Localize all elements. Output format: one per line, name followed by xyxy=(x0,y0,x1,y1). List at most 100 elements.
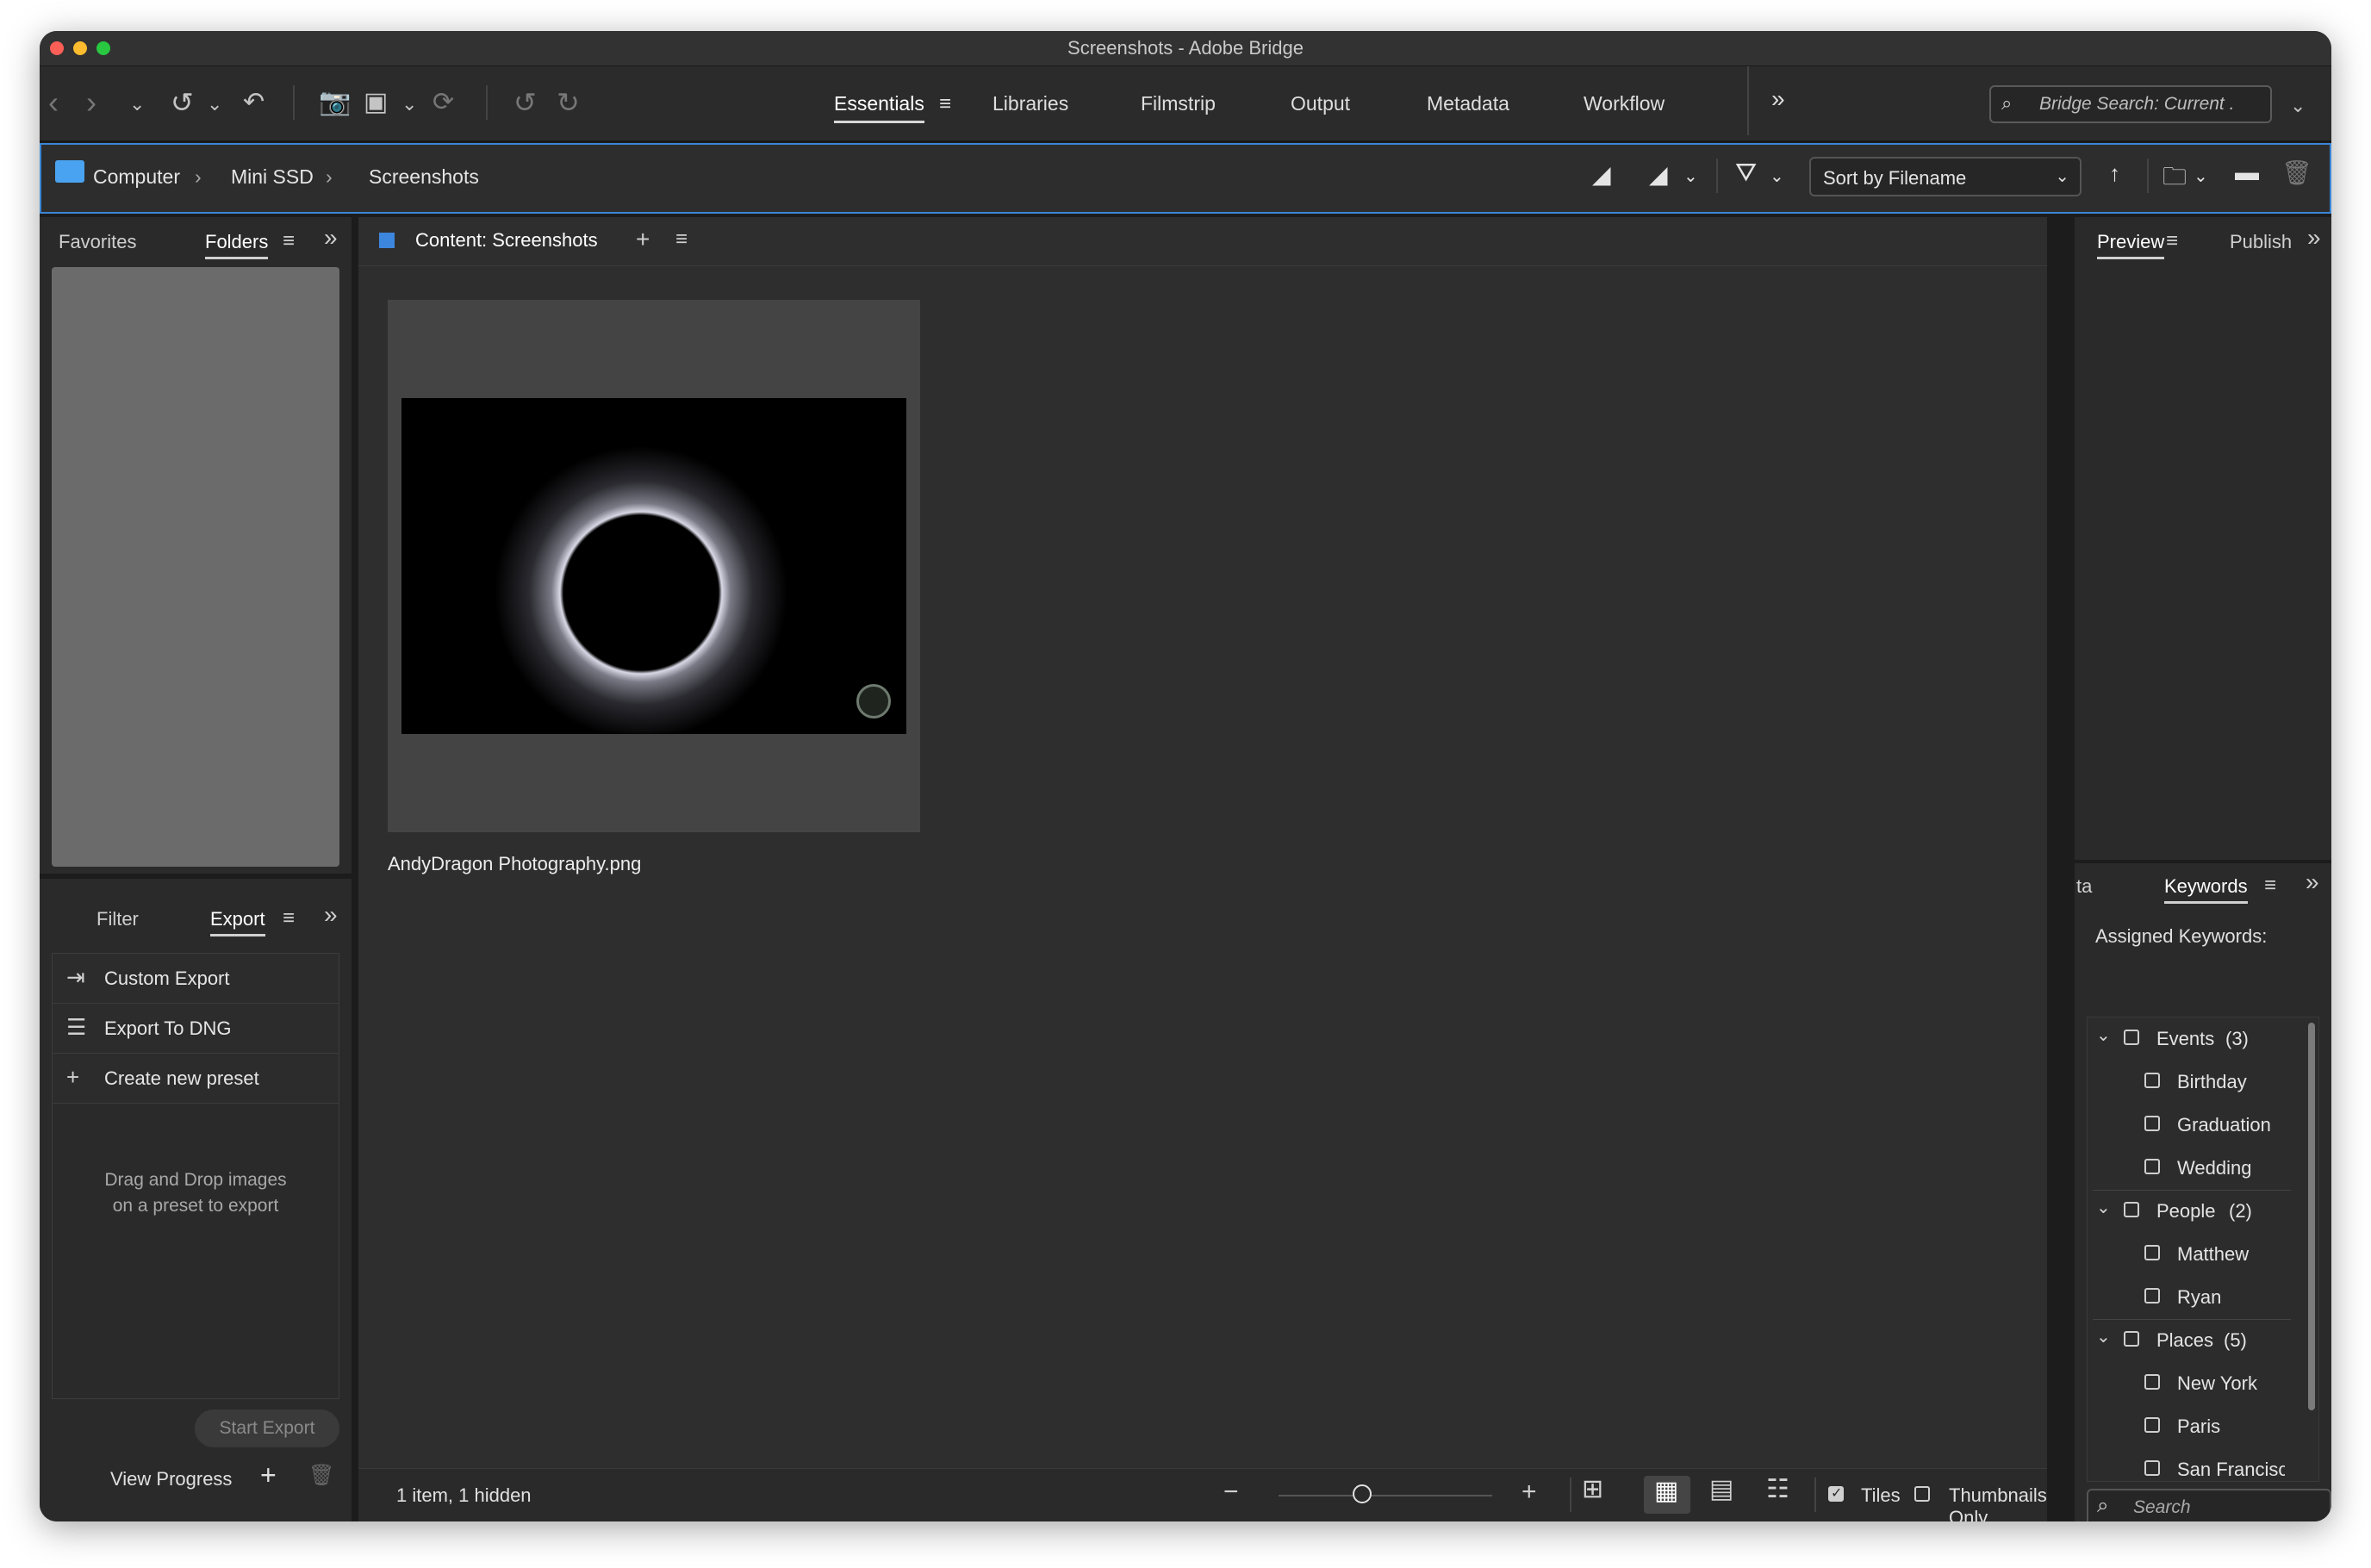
rating-filter-icon[interactable]: ◢ xyxy=(1592,160,1611,189)
tab-metadata-fragment[interactable]: ta xyxy=(2076,875,2092,898)
keyword-checkbox[interactable] xyxy=(2144,1159,2160,1174)
content-panel: Content: Screenshots + ≡ AndyDragon Phot… xyxy=(358,217,2047,1468)
drop-zone[interactable]: Drag and Drop images on a preset to expo… xyxy=(52,1103,339,1399)
chevron-down-icon[interactable]: ⌄ xyxy=(2290,87,2306,125)
tab-workflow[interactable]: Workflow xyxy=(1584,92,1665,115)
tab-export[interactable]: Export xyxy=(210,908,265,936)
rotate-left-icon[interactable]: ↺ xyxy=(513,84,537,121)
essentials-menu-icon[interactable]: ≡ xyxy=(939,92,951,116)
panel-menu-icon[interactable]: ≡ xyxy=(2166,229,2178,253)
back-arrow-icon[interactable]: ‹ xyxy=(48,84,59,121)
bridge-search-input[interactable]: ⌕ Bridge Search: Current . xyxy=(1989,85,2272,123)
zoom-slider[interactable] xyxy=(1279,1484,1492,1503)
toolbar: ‹ › ⌄ ↺ ⌄ ↶ 📷 ▣ ⌄ ⟳ ↺ ↻ Essentials ≡ Lib… xyxy=(40,66,2331,142)
drop-hint: Drag and Drop images on a preset to expo… xyxy=(104,1170,287,1216)
chevron-down-icon[interactable]: ⌄ xyxy=(207,85,222,123)
chevron-down-icon[interactable]: ⌄ xyxy=(401,85,417,123)
keyword-group-count: (2) xyxy=(2229,1200,2252,1222)
camera-import-icon[interactable]: 📷 xyxy=(319,84,351,121)
list-view-icon[interactable]: ☷ xyxy=(1766,1474,1789,1504)
zoom-in-icon[interactable]: + xyxy=(1522,1478,1537,1507)
keyword-checkbox[interactable] xyxy=(2144,1288,2160,1304)
rotate-icon[interactable]: ⟳ xyxy=(433,84,454,121)
sort-select[interactable]: Sort by Filename ⌄ xyxy=(1809,157,2082,196)
keyword-search-input[interactable]: ⌕ Search xyxy=(2087,1489,2331,1521)
expand-panel-icon[interactable]: » xyxy=(324,224,338,252)
expand-panel-icon[interactable]: » xyxy=(2307,224,2321,252)
tab-preview[interactable]: Preview xyxy=(2097,231,2165,259)
more-workspaces-icon[interactable]: » xyxy=(1771,85,1785,113)
tab-keywords[interactable]: Keywords xyxy=(2164,875,2248,904)
panel-menu-icon[interactable]: ≡ xyxy=(283,229,295,253)
folder-tree-area[interactable] xyxy=(52,267,339,867)
tiles-checkbox[interactable]: ✓ xyxy=(1828,1486,1844,1502)
chevron-down-icon[interactable]: ⌄ xyxy=(2096,1197,2111,1218)
thumbnail-tile[interactable] xyxy=(388,300,920,832)
tab-folders[interactable]: Folders xyxy=(205,231,269,259)
thumbnails-only-label: Thumbnails Only xyxy=(1949,1484,2047,1521)
tab-filmstrip[interactable]: Filmstrip xyxy=(1141,92,1216,115)
zoom-slider-thumb[interactable] xyxy=(1352,1484,1372,1503)
export-item-export-to-dng[interactable]: ☰ Export To DNG xyxy=(52,1003,339,1053)
keyword-checkbox[interactable] xyxy=(2144,1460,2160,1476)
keyword-checkbox[interactable] xyxy=(2144,1116,2160,1131)
view-progress-link[interactable]: View Progress xyxy=(110,1468,232,1490)
keyword-checkbox[interactable] xyxy=(2144,1073,2160,1088)
boomerang-icon[interactable]: ↶ xyxy=(243,84,264,121)
refine-icon[interactable]: ▣ xyxy=(364,84,388,121)
breadcrumb-screenshots[interactable]: Screenshots xyxy=(369,165,479,189)
start-export-button[interactable]: Start Export xyxy=(195,1409,339,1447)
export-item-create-preset[interactable]: + Create new preset xyxy=(52,1053,339,1103)
chevron-down-icon[interactable]: ⌄ xyxy=(1683,165,1698,187)
keyword-group-count: (5) xyxy=(2224,1329,2247,1351)
plus-icon: + xyxy=(66,1064,80,1090)
forward-arrow-icon[interactable]: › xyxy=(86,84,96,121)
keyword-checkbox[interactable] xyxy=(2124,1202,2139,1217)
keyword-checkbox[interactable] xyxy=(2144,1374,2160,1390)
panel-menu-icon[interactable]: ≡ xyxy=(2264,874,2276,898)
tab-favorites[interactable]: Favorites xyxy=(59,231,136,253)
tab-libraries[interactable]: Libraries xyxy=(993,92,1068,115)
breadcrumb-computer[interactable]: Computer xyxy=(93,165,180,189)
expand-panel-icon[interactable]: » xyxy=(2306,868,2319,896)
details-view-icon[interactable]: ▤ xyxy=(1709,1474,1733,1504)
thumbnail-view-button[interactable]: ▦ xyxy=(1644,1476,1690,1514)
keyword-checkbox[interactable] xyxy=(2144,1245,2160,1260)
trash-icon[interactable]: 🗑 xyxy=(2281,159,2312,187)
chevron-down-icon[interactable]: ⌄ xyxy=(129,85,145,123)
history-icon[interactable]: ↺ xyxy=(171,84,194,121)
sort-ascending-icon[interactable]: ↑ xyxy=(2109,160,2120,187)
keyword-checkbox[interactable] xyxy=(2144,1417,2160,1433)
content-header: Content: Screenshots xyxy=(415,229,598,251)
tab-metadata[interactable]: Metadata xyxy=(1427,92,1509,115)
panel-menu-icon[interactable]: ≡ xyxy=(283,906,295,930)
chevron-down-icon[interactable]: ⌄ xyxy=(2096,1326,2111,1347)
tab-essentials[interactable]: Essentials xyxy=(834,92,924,123)
tab-output[interactable]: Output xyxy=(1291,92,1350,115)
grid-lock-icon[interactable]: ⊞ xyxy=(1582,1474,1603,1504)
quality-icon[interactable]: ◢ xyxy=(1649,160,1668,189)
chevron-down-icon[interactable]: ⌄ xyxy=(1770,165,1784,187)
rotate-right-icon[interactable]: ↻ xyxy=(557,84,580,121)
trash-icon[interactable]: 🗑 xyxy=(308,1463,334,1488)
thumbnail-filename[interactable]: AndyDragon Photography.png xyxy=(388,853,641,875)
keyword-checkbox[interactable] xyxy=(2124,1030,2139,1045)
plus-icon[interactable]: + xyxy=(636,226,650,253)
filter-icon[interactable]: ⛛ xyxy=(1735,159,1757,188)
recent-folder-icon[interactable]: 🗀 xyxy=(2163,159,2187,200)
scrollbar[interactable] xyxy=(2308,1023,2315,1410)
breadcrumb-mini-ssd[interactable]: Mini SSD xyxy=(231,165,314,189)
thumbnails-only-checkbox[interactable] xyxy=(1914,1486,1930,1502)
tab-filter[interactable]: Filter xyxy=(96,908,139,930)
toolbar-divider xyxy=(1747,66,1749,135)
chevron-down-icon[interactable]: ⌄ xyxy=(2096,1024,2111,1046)
expand-panel-icon[interactable]: » xyxy=(324,901,338,929)
panel-menu-icon[interactable]: ≡ xyxy=(675,227,688,252)
plus-icon[interactable]: + xyxy=(260,1459,277,1491)
new-folder-icon[interactable]: ▬ xyxy=(2235,159,2259,186)
chevron-down-icon[interactable]: ⌄ xyxy=(2194,165,2208,187)
export-item-custom-export[interactable]: ⇥ Custom Export xyxy=(52,953,339,1003)
keyword-checkbox[interactable] xyxy=(2124,1331,2139,1347)
zoom-out-icon[interactable]: − xyxy=(1223,1478,1239,1507)
tab-publish[interactable]: Publish xyxy=(2230,231,2292,253)
